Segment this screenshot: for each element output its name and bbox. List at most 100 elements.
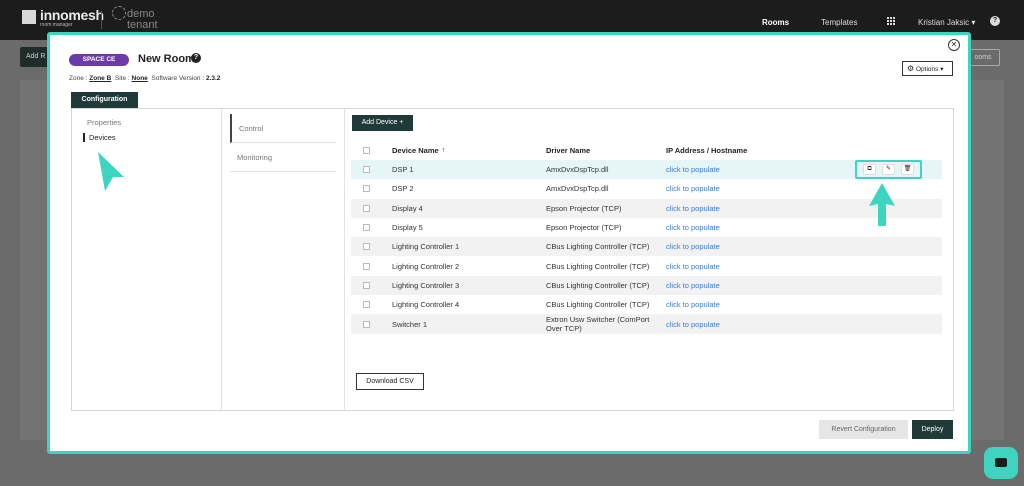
header-driver-name[interactable]: Driver Name bbox=[546, 141, 658, 160]
ip-address-link[interactable]: click to populate bbox=[666, 199, 720, 218]
header-device-name-label: Device Name bbox=[392, 146, 439, 155]
row-checkbox[interactable] bbox=[363, 243, 370, 251]
row-checkbox[interactable] bbox=[363, 224, 370, 232]
nav-templates[interactable]: Templates bbox=[821, 18, 857, 27]
category-monitoring[interactable]: Monitoring bbox=[230, 143, 336, 172]
row-checkbox[interactable] bbox=[363, 320, 370, 328]
row-checkbox-cell bbox=[363, 256, 370, 275]
row-checkbox-cell bbox=[363, 199, 370, 218]
row-checkbox-cell bbox=[363, 295, 370, 314]
nav-rooms[interactable]: Rooms bbox=[762, 18, 789, 27]
devices-table: Device Name ↑ Driver Name IP Address / H… bbox=[351, 141, 942, 334]
table-row[interactable]: Display 5 Epson Projector (TCP) click to p… bbox=[351, 218, 942, 237]
ip-address-link[interactable]: click to populate bbox=[666, 218, 720, 237]
driver-name: AmxDvxDspTcp.dll bbox=[546, 184, 609, 194]
zone-link[interactable]: Zone B bbox=[89, 75, 111, 82]
select-all-checkbox[interactable] bbox=[363, 147, 370, 154]
nav-devices[interactable]: Devices bbox=[83, 133, 116, 142]
driver-name: Epson Projector (TCP) bbox=[546, 203, 622, 213]
table-row[interactable]: DSP 1 AmxDvxDspTcp.dll click to populate ⧉ ✎… bbox=[351, 160, 942, 180]
category-control[interactable]: Control bbox=[230, 114, 336, 143]
device-name: Switcher 1 bbox=[392, 319, 428, 329]
row-checkbox[interactable] bbox=[363, 204, 370, 212]
options-label: Options bbox=[915, 66, 939, 73]
site-label: Site : bbox=[114, 75, 130, 82]
ip-address-link[interactable]: click to populate bbox=[666, 256, 720, 275]
device-name: DSP 1 bbox=[392, 165, 414, 175]
device-name: Lighting Controller 4 bbox=[392, 300, 460, 310]
row-actions: ⧉ ✎ 🗑 bbox=[855, 160, 922, 179]
background-rooms-button: ooms bbox=[966, 49, 1000, 66]
driver-name: Extron Usw Switcher (ComPort Over TCP) bbox=[546, 315, 650, 334]
table-row[interactable]: Lighting Controller 4 CBus Lighting Contr… bbox=[351, 295, 942, 314]
logo-icon bbox=[22, 10, 36, 24]
software-version-label: Software Version : bbox=[151, 75, 205, 82]
device-name: DSP 2 bbox=[392, 184, 414, 194]
copy-icon[interactable]: ⧉ bbox=[863, 164, 876, 175]
download-csv-button[interactable]: Download CSV bbox=[356, 373, 424, 390]
row-checkbox[interactable] bbox=[363, 185, 370, 193]
tenant-icon bbox=[112, 6, 126, 20]
tenant-name: demo tenant bbox=[127, 8, 158, 31]
driver-name: CBus Lighting Controller (TCP) bbox=[546, 242, 650, 252]
gear-icon: ⚙ bbox=[907, 64, 915, 73]
site-link[interactable]: None bbox=[132, 75, 148, 82]
ip-address-link[interactable]: click to populate bbox=[666, 179, 720, 198]
row-checkbox-cell bbox=[363, 218, 370, 237]
ip-address-link[interactable]: click to populate bbox=[666, 295, 720, 314]
software-version-value: 2.3.2 bbox=[205, 75, 221, 82]
driver-name: CBus Lighting Controller (TCP) bbox=[546, 261, 650, 271]
room-help-icon[interactable]: ? bbox=[191, 53, 201, 63]
tab-configuration[interactable]: Configuration bbox=[71, 92, 138, 108]
row-checkbox[interactable] bbox=[363, 281, 370, 289]
nav-properties[interactable]: Properties bbox=[87, 118, 121, 127]
user-menu[interactable]: Kristian Jaksic ▾ bbox=[918, 18, 975, 27]
row-checkbox[interactable] bbox=[363, 166, 370, 174]
row-checkbox-cell bbox=[363, 237, 370, 256]
table-row[interactable]: DSP 2 AmxDvxDspTcp.dll click to populate bbox=[351, 179, 942, 198]
add-device-button[interactable]: Add Device + bbox=[352, 115, 413, 131]
table-header: Device Name ↑ Driver Name IP Address / H… bbox=[351, 141, 942, 160]
room-meta: Zone : Zone B Site : None Software Versi… bbox=[69, 75, 220, 82]
device-name: Display 5 bbox=[392, 223, 423, 233]
chevron-down-icon: ▾ bbox=[940, 66, 944, 73]
app-logo-subtitle: room manager bbox=[40, 22, 73, 28]
ip-address-link[interactable]: click to populate bbox=[666, 160, 720, 179]
table-row[interactable]: Lighting Controller 2 CBus Lighting Contr… bbox=[351, 256, 942, 275]
row-checkbox-cell bbox=[363, 160, 370, 179]
pointer-arrow-icon bbox=[869, 183, 895, 226]
category-nav: Control Monitoring bbox=[230, 114, 336, 172]
header-device-name[interactable]: Device Name ↑ bbox=[392, 141, 445, 160]
revert-configuration-button[interactable]: Revert Configuration bbox=[819, 420, 908, 439]
edit-icon[interactable]: ✎ bbox=[882, 164, 895, 175]
row-checkbox[interactable] bbox=[363, 262, 370, 270]
ip-address-link[interactable]: click to populate bbox=[666, 237, 720, 256]
delete-icon[interactable]: 🗑 bbox=[901, 164, 914, 175]
close-icon[interactable]: ✕ bbox=[948, 39, 960, 51]
deploy-button[interactable]: Deploy bbox=[912, 420, 953, 439]
ip-address-link[interactable]: click to populate bbox=[666, 276, 720, 295]
app-logo-text: innomesh bbox=[40, 7, 104, 23]
select-all-cell bbox=[363, 141, 370, 160]
zone-label: Zone : bbox=[69, 75, 88, 82]
table-row[interactable]: Display 4 Epson Projector (TCP) click to p… bbox=[351, 198, 942, 218]
table-row[interactable]: Lighting Controller 3 CBus Lighting Contr… bbox=[351, 275, 942, 296]
ip-address-link[interactable]: click to populate bbox=[666, 314, 720, 333]
help-icon[interactable]: ? bbox=[990, 16, 1000, 26]
room-config-modal: ✕ SPACE CE New Room ? Zone : Zone B Site… bbox=[47, 32, 971, 454]
table-row[interactable]: Switcher 1 Extron Usw Switcher (ComPort O… bbox=[351, 314, 942, 334]
apps-grid-icon[interactable] bbox=[887, 17, 896, 26]
header-ip-address[interactable]: IP Address / Hostname bbox=[666, 141, 747, 160]
row-checkbox[interactable] bbox=[363, 301, 370, 309]
configuration-panel: Properties Devices Control Monitoring Ad… bbox=[71, 108, 954, 411]
chat-icon bbox=[995, 458, 1007, 467]
options-dropdown[interactable]: ⚙ Options ▾ bbox=[902, 61, 953, 76]
driver-name: CBus Lighting Controller (TCP) bbox=[546, 300, 650, 310]
pointer-arrow-icon bbox=[98, 152, 124, 191]
table-body: DSP 1 AmxDvxDspTcp.dll click to populate ⧉ ✎… bbox=[351, 160, 942, 334]
driver-name: Epson Projector (TCP) bbox=[546, 223, 622, 233]
row-checkbox-cell bbox=[363, 179, 370, 198]
chat-button[interactable] bbox=[984, 447, 1018, 479]
device-name: Lighting Controller 2 bbox=[392, 261, 460, 271]
table-row[interactable]: Lighting Controller 1 CBus Lighting Contr… bbox=[351, 237, 942, 257]
